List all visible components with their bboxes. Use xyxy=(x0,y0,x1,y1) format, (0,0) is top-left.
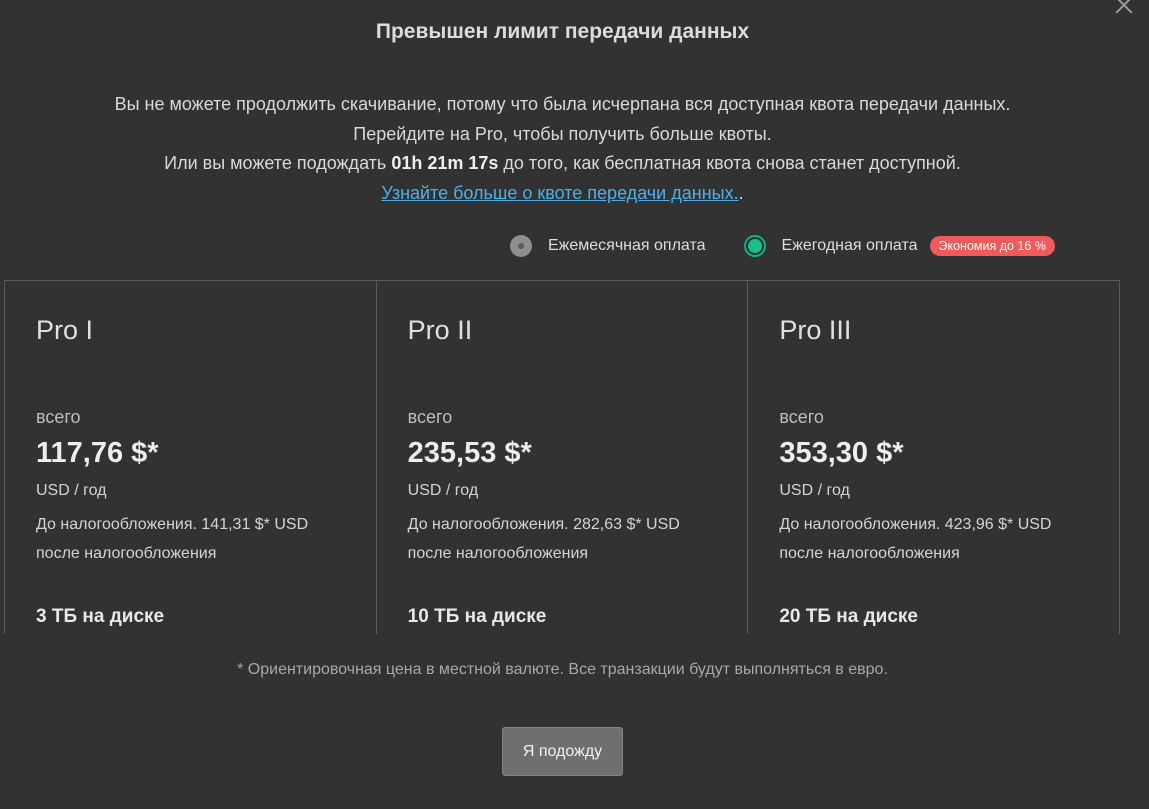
plan-price: 353,30 $* xyxy=(779,437,904,469)
description-line-2: Перейдите на Pro, чтобы получить больше … xyxy=(353,123,772,144)
plan-total-label: всего xyxy=(779,407,824,427)
yearly-radio[interactable] xyxy=(743,235,766,257)
plan-period: USD / год xyxy=(779,482,850,499)
plan-period: USD / год xyxy=(407,482,479,499)
description-line-3: Или вы можете подождать 01h 21m 17s до т… xyxy=(0,149,1125,179)
price-footnote: * Ориентировочная цена в местной валюте.… xyxy=(237,661,888,678)
radio-dot-icon xyxy=(518,243,524,249)
plan-total-label: всего xyxy=(36,407,81,427)
plan-price: 235,53 $* xyxy=(407,437,532,469)
wait-button[interactable]: Я подожду xyxy=(502,727,623,776)
plan-name: Pro III xyxy=(779,315,852,345)
plan-total-label: всего xyxy=(407,407,453,427)
plan-period: USD / год xyxy=(36,482,107,499)
dialog-description: Вы не можете продолжить скачивание, пото… xyxy=(0,90,1125,208)
plan-storage: 20 ТБ на диске xyxy=(779,606,919,627)
dialog-title: Превышен лимит передачи данных xyxy=(375,20,750,43)
learn-more-suffix: . xyxy=(738,182,744,203)
monthly-radio[interactable] xyxy=(510,235,532,257)
plan-name: Pro I xyxy=(36,315,94,345)
plan-storage: 3 ТБ на диске xyxy=(36,606,165,627)
plan-card-pro-1[interactable]: Pro I всего 117,76 $* USD / год До налог… xyxy=(5,281,377,634)
radio-dot-icon xyxy=(747,239,762,253)
description-line-3-suffix: до того, как бесплатная квота снова стан… xyxy=(498,153,961,173)
plan-card-pro-3[interactable]: Pro III всего 353,30 $* USD / год До нал… xyxy=(748,281,1119,634)
description-line-1: Вы не можете продолжить скачивание, пото… xyxy=(114,94,1011,114)
plan-storage: 10 ТБ на диске xyxy=(407,606,547,627)
plans-grid: Pro I всего 117,76 $* USD / год До налог… xyxy=(4,280,1120,634)
plan-tax-note: До налогообложения. 141,31 $* USD после … xyxy=(36,516,309,562)
savings-badge: Экономия до 16 % xyxy=(929,236,1055,256)
plan-tax-note: До налогообложения. 423,96 $* USD после … xyxy=(779,516,1052,562)
learn-more-link[interactable]: Узнайте больше о квоте передачи данных. xyxy=(381,183,738,203)
yearly-label[interactable]: Ежегодная оплата xyxy=(782,237,918,255)
description-line-3-prefix: Или вы можете подождать xyxy=(164,153,392,173)
countdown-timer: 01h 21m 17s xyxy=(391,153,499,173)
billing-period-selector: Ежемесячная оплата Ежегодная оплата Экон… xyxy=(510,234,1055,258)
description-line-4: Узнайте больше о квоте передачи данных.. xyxy=(0,179,1125,209)
plan-tax-note: До налогообложения. 282,63 $* USD после … xyxy=(407,516,680,562)
plan-price: 117,76 $* xyxy=(36,437,159,469)
plan-name: Pro II xyxy=(407,315,473,345)
plan-card-pro-2[interactable]: Pro II всего 235,53 $* USD / год До нало… xyxy=(377,281,749,634)
close-icon[interactable] xyxy=(1111,0,1137,18)
monthly-label[interactable]: Ежемесячная оплата xyxy=(548,237,706,255)
